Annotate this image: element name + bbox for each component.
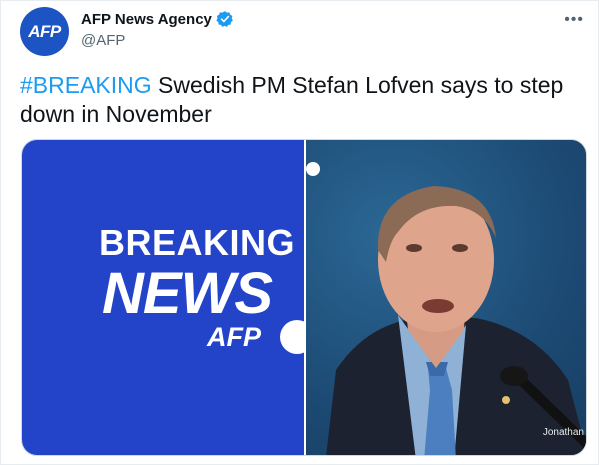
tweet-card[interactable]: AFP AFP News Agency @AFP ••• #BREAKING S…	[0, 0, 599, 465]
photo-credit: Jonathan	[542, 427, 584, 438]
news-label: NEWS	[102, 261, 273, 326]
tweet-text: #BREAKING Swedish PM Stefan Lofven says …	[20, 71, 580, 129]
politician-portrait	[326, 186, 586, 455]
author-name-row: AFP News Agency	[81, 10, 234, 28]
more-options-icon[interactable]: •••	[564, 11, 584, 29]
author-name[interactable]: AFP News Agency	[81, 11, 212, 28]
author-handle[interactable]: @AFP	[81, 32, 234, 49]
breaking-news-image[interactable]: BREAKING NEWS AFP	[22, 140, 304, 455]
author-block: AFP News Agency @AFP	[81, 10, 234, 49]
breaking-label: BREAKING	[99, 222, 296, 263]
media-grid: BREAKING NEWS AFP Jonathan	[21, 139, 587, 456]
image-indicator-dot	[306, 162, 320, 176]
avatar[interactable]: AFP	[20, 7, 69, 56]
verified-badge-icon	[216, 11, 233, 27]
afp-brand-label: AFP	[207, 322, 261, 352]
hashtag-link[interactable]: #BREAKING	[20, 72, 152, 98]
avatar-logo-text: AFP	[28, 21, 61, 41]
politician-photo[interactable]: Jonathan	[306, 140, 586, 455]
afp-logo-dot	[280, 320, 304, 354]
